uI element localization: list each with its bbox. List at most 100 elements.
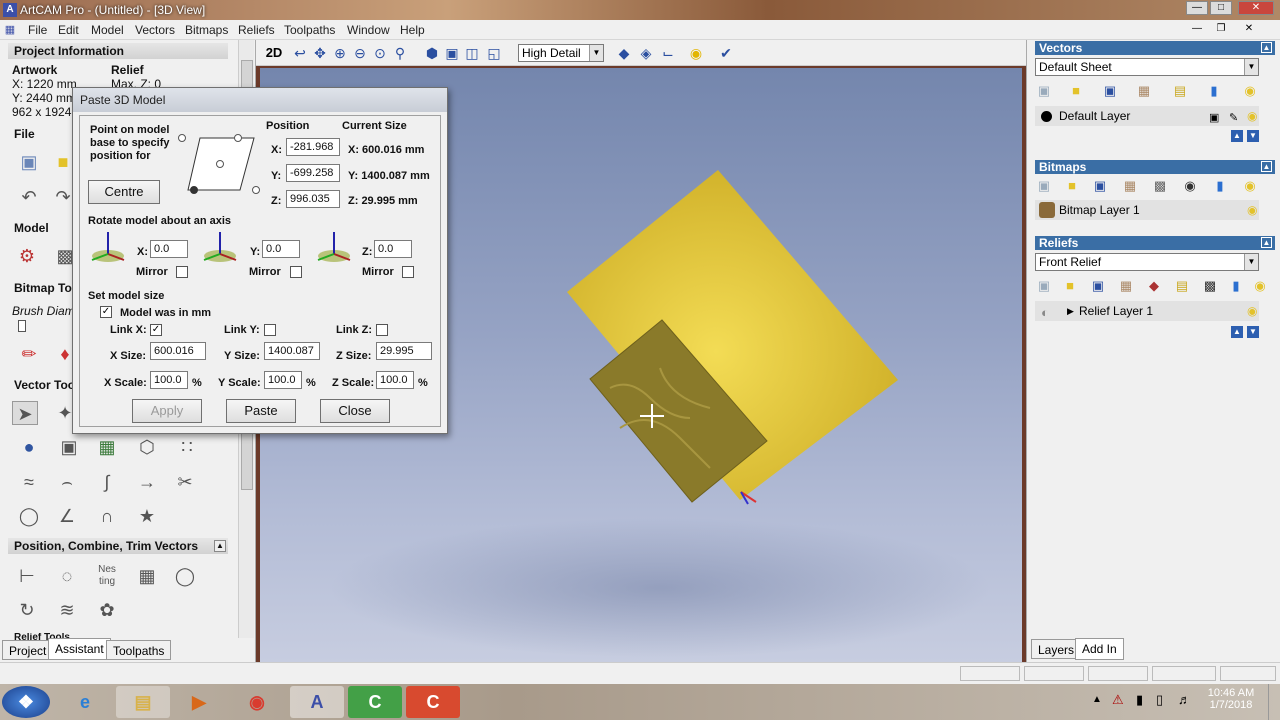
vector-create-icon[interactable]: ● bbox=[16, 435, 42, 459]
rotate-z-input[interactable] bbox=[374, 240, 412, 258]
project-info-header[interactable]: Project Information bbox=[8, 43, 228, 59]
tab-layers[interactable]: Layers bbox=[1031, 639, 1082, 659]
tab-toolpaths[interactable]: Toolpaths bbox=[106, 640, 172, 660]
align-icon[interactable]: ⊢ bbox=[14, 564, 40, 588]
edit-pen-icon[interactable]: ✎ bbox=[1229, 108, 1238, 128]
y-scale-input[interactable] bbox=[264, 371, 302, 389]
lock-icon[interactable]: ▣ bbox=[1209, 108, 1219, 128]
relief-image-icon[interactable]: ▩ bbox=[1201, 278, 1219, 294]
line-icon[interactable]: → bbox=[134, 470, 160, 494]
bitmap-frame-icon[interactable]: ▩ bbox=[1151, 178, 1169, 194]
tray-expand-icon[interactable]: ▲ bbox=[1092, 694, 1102, 705]
text-tool-icon[interactable]: ▦ bbox=[94, 435, 120, 459]
zoom-in-icon[interactable]: ⊕ bbox=[330, 44, 350, 62]
new-file-icon[interactable]: ▣ bbox=[16, 150, 42, 174]
x-size-input[interactable] bbox=[150, 342, 206, 360]
bitmap-layer-row[interactable]: Bitmap Layer 1 ◉ bbox=[1035, 200, 1259, 220]
tab-project[interactable]: Project bbox=[2, 640, 54, 660]
star-tool-icon[interactable]: ∷ bbox=[174, 435, 200, 459]
menu-toolpaths[interactable]: Toolpaths bbox=[284, 23, 335, 37]
menu-reliefs[interactable]: Reliefs bbox=[238, 23, 275, 37]
anchor-bottom-left[interactable] bbox=[190, 186, 198, 194]
volume-icon[interactable]: ♬ bbox=[1178, 692, 1191, 707]
layer-up-icon[interactable]: ▲ bbox=[1231, 326, 1243, 338]
network-icon[interactable]: ⚠ bbox=[1112, 692, 1124, 708]
close-window-button[interactable]: ✕ bbox=[1238, 1, 1274, 15]
collapse-icon[interactable]: ▲ bbox=[214, 540, 226, 552]
mirror-x-checkbox[interactable] bbox=[176, 266, 188, 278]
anchor-bottom-right[interactable] bbox=[252, 186, 260, 194]
delete-layer-icon[interactable]: ▮ bbox=[1205, 83, 1223, 99]
show-desktop-button[interactable] bbox=[1268, 684, 1280, 720]
iso-view-icon[interactable]: ⬢ bbox=[422, 44, 442, 62]
rotate-y-input[interactable] bbox=[262, 240, 300, 258]
mirror-z-checkbox[interactable] bbox=[402, 266, 414, 278]
link-z-checkbox[interactable] bbox=[376, 324, 388, 336]
camtasia-studio-icon[interactable]: C bbox=[406, 686, 460, 718]
rotate-x-input[interactable] bbox=[150, 240, 188, 258]
render-icon[interactable]: ✔ bbox=[716, 44, 736, 62]
block-copy-icon[interactable]: ▦ bbox=[134, 564, 160, 588]
layer-color-dot[interactable] bbox=[1041, 111, 1052, 122]
bulb-icon[interactable]: ◉ bbox=[1241, 83, 1259, 99]
layer-down-icon[interactable]: ▼ bbox=[1247, 130, 1259, 142]
mdi-minimize-button[interactable]: — bbox=[1186, 23, 1208, 37]
bulb-icon[interactable]: ◉ bbox=[1251, 278, 1269, 294]
menu-edit[interactable]: Edit bbox=[58, 23, 79, 37]
open-folder-icon[interactable]: ■ bbox=[1063, 178, 1081, 194]
bezier-icon[interactable]: ∫ bbox=[94, 470, 120, 494]
grid-plane-icon[interactable]: ◈ bbox=[636, 44, 656, 62]
2d-view-button[interactable]: 2D bbox=[262, 44, 286, 62]
position-combine-header[interactable]: Position, Combine, Trim Vectors ▲ bbox=[8, 538, 228, 554]
scissors-icon[interactable]: ✂ bbox=[172, 470, 198, 494]
anchor-top-right[interactable] bbox=[234, 134, 242, 142]
centre-button[interactable]: Centre bbox=[88, 180, 160, 204]
minimize-button[interactable]: — bbox=[1186, 1, 1208, 15]
fillet-icon[interactable]: ∠ bbox=[54, 504, 80, 528]
bitmap-image-icon[interactable]: ◉ bbox=[1181, 178, 1199, 194]
clock[interactable]: 10:46 AM 1/7/2018 bbox=[1204, 687, 1258, 711]
visibility-bulb-icon[interactable]: ◉ bbox=[1247, 200, 1257, 220]
copy-relief-icon[interactable]: ▦ bbox=[1117, 278, 1135, 294]
stack-layers-icon[interactable]: ◆ bbox=[1145, 278, 1163, 294]
new-layer-icon[interactable]: ▣ bbox=[1035, 83, 1053, 99]
collapse-icon[interactable]: ▲ bbox=[1261, 161, 1272, 172]
artcam-taskbar-icon[interactable]: A bbox=[290, 686, 344, 718]
cylinder-icon[interactable]: ◯ bbox=[16, 504, 42, 528]
base-point-selector[interactable] bbox=[176, 130, 266, 200]
light-bulb-icon[interactable]: ◉ bbox=[686, 44, 706, 62]
zoom-out-icon[interactable]: ⊖ bbox=[350, 44, 370, 62]
position-y-input[interactable] bbox=[286, 164, 340, 182]
rectangle-icon[interactable]: ▣ bbox=[56, 435, 82, 459]
axis-icon[interactable]: ⌙ bbox=[658, 44, 678, 62]
model-setup-icon[interactable]: ⚙ bbox=[14, 244, 40, 268]
paste-layer-icon[interactable]: ▤ bbox=[1171, 83, 1189, 99]
menu-model[interactable]: Model bbox=[91, 23, 124, 37]
paste-button[interactable]: Paste bbox=[226, 399, 296, 423]
save-icon[interactable]: ▣ bbox=[1089, 278, 1107, 294]
menu-help[interactable]: Help bbox=[400, 23, 425, 37]
rotate-view-icon[interactable]: ↩ bbox=[290, 44, 310, 62]
paste-relief-icon[interactable]: ▤ bbox=[1173, 278, 1191, 294]
detail-level-select[interactable]: High Detail ▼ bbox=[518, 44, 604, 62]
draw-plane-icon[interactable]: ◆ bbox=[614, 44, 634, 62]
menu-file[interactable]: File bbox=[28, 23, 47, 37]
menu-window[interactable]: Window bbox=[347, 23, 390, 37]
open-folder-icon[interactable]: ■ bbox=[1067, 83, 1085, 99]
copy-bitmap-icon[interactable]: ▦ bbox=[1121, 178, 1139, 194]
offset-icon[interactable]: ∩ bbox=[94, 504, 120, 528]
bulb-icon[interactable]: ◉ bbox=[1241, 178, 1259, 194]
collapse-icon[interactable]: ▲ bbox=[1261, 42, 1272, 53]
close-button[interactable]: Close bbox=[320, 399, 390, 423]
position-z-input[interactable] bbox=[286, 190, 340, 208]
internet-explorer-icon[interactable]: e bbox=[58, 686, 112, 718]
circle-dash-icon[interactable]: ◌ bbox=[54, 564, 80, 588]
menu-bitmaps[interactable]: Bitmaps bbox=[185, 23, 228, 37]
mdi-restore-button[interactable]: ❐ bbox=[1210, 23, 1232, 37]
model-in-mm-checkbox[interactable]: ✓ bbox=[100, 306, 112, 318]
collapse-icon[interactable]: ▲ bbox=[1261, 237, 1272, 248]
visibility-bulb-icon[interactable]: ◉ bbox=[1247, 301, 1257, 321]
weld-icon[interactable]: ◯ bbox=[172, 564, 198, 588]
top-view-icon[interactable]: ◱ bbox=[484, 44, 504, 62]
wave-vector-icon[interactable]: ≈ bbox=[16, 470, 42, 494]
